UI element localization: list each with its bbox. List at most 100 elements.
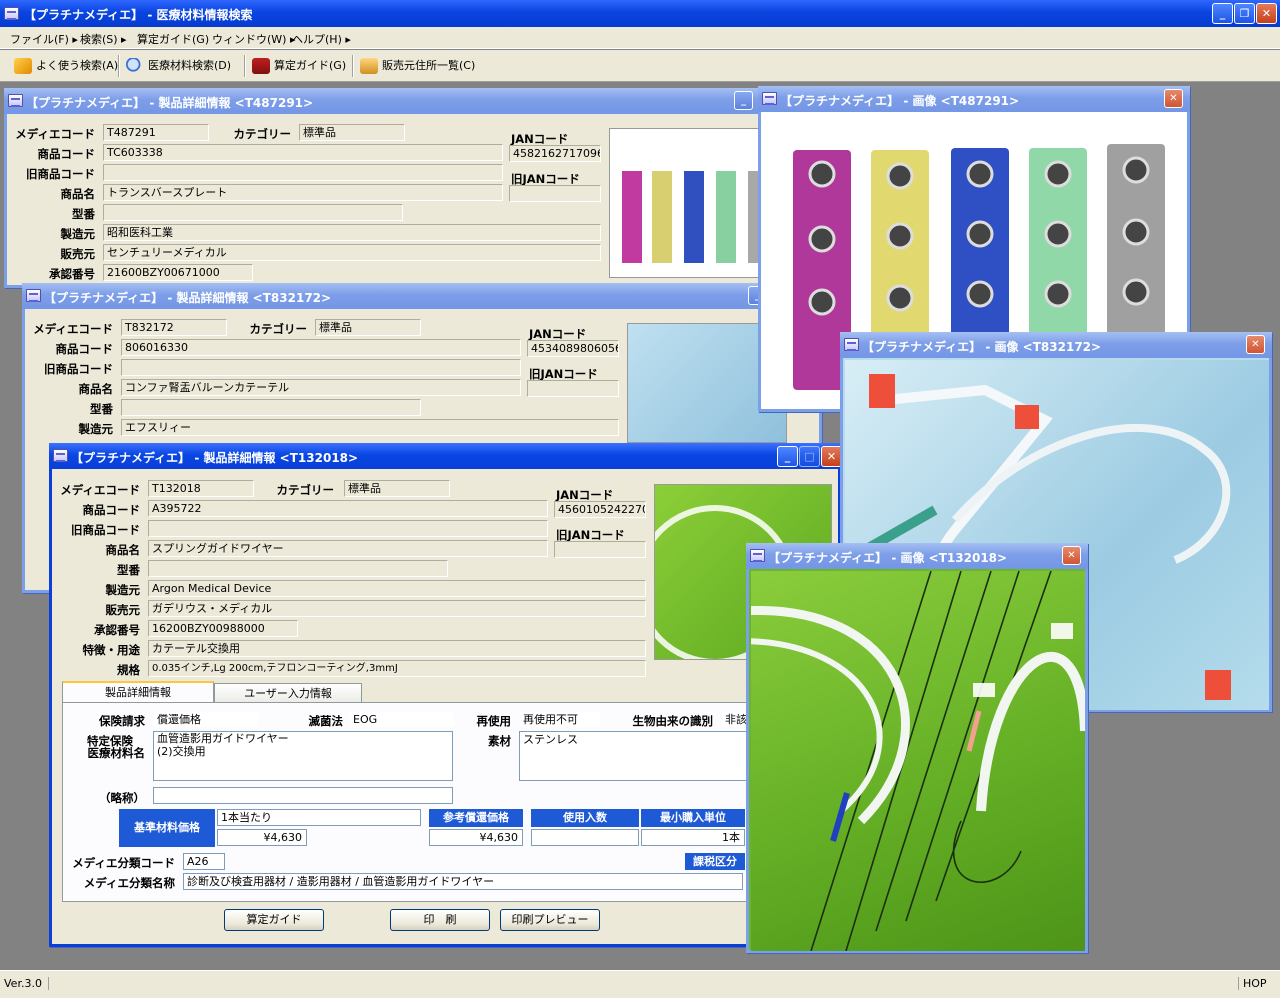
print-button[interactable]: 印 刷 xyxy=(390,909,490,931)
tab-product-detail[interactable]: 製品詳細情報 xyxy=(62,681,214,703)
image-window-1-title-bar[interactable]: 【プラチナメディエ】 - 画像 <T487291> ✕ xyxy=(758,86,1190,112)
image-window-3-close-button[interactable]: ✕ xyxy=(1062,546,1081,565)
manufacturer-label: 製造元 xyxy=(78,422,114,436)
use-qty-field xyxy=(531,829,639,846)
menu-window[interactable]: ウィンドウ(W) ▸ xyxy=(212,31,295,47)
base-price-header: 基準材料価格 xyxy=(119,809,215,847)
manufacturer-label: 製造元 xyxy=(60,227,96,241)
print-preview-button[interactable]: 印刷プレビュー xyxy=(500,909,600,931)
old-jan-code-field xyxy=(527,380,619,397)
product-thumbnail-plates[interactable] xyxy=(609,128,769,278)
window-3-close-button[interactable]: ✕ xyxy=(821,446,842,467)
app-icon xyxy=(750,549,765,562)
toolbar-separator xyxy=(352,55,354,77)
window-1-minimize-button[interactable]: _ xyxy=(734,91,753,110)
old-product-code-field xyxy=(148,520,548,537)
guidewire-photo xyxy=(751,571,1085,951)
category-label: カテゴリー xyxy=(276,483,335,497)
image-window-1-close-button[interactable]: ✕ xyxy=(1164,89,1183,108)
main-title: 【プラチナメディエ】 - 医療材料情報検索 xyxy=(24,8,253,22)
feature-label: 特徴・用途 xyxy=(82,643,141,657)
menu-search[interactable]: 検索(S) ▸ xyxy=(80,31,127,47)
medie-code-field: T832172 xyxy=(121,319,227,336)
spec-field: 0.035インチ,Lg 200cm,テフロンコーティング,3mmJ xyxy=(148,660,646,677)
menu-guide[interactable]: 算定ガイド(G) xyxy=(137,31,209,47)
favorite-search-button[interactable]: よく使う検索(A) xyxy=(12,56,118,76)
menu-help[interactable]: ヘルプ(H) ▸ xyxy=(292,31,351,47)
toolbar-separator xyxy=(118,55,120,77)
plate-image xyxy=(622,171,642,263)
old-product-code-field xyxy=(103,164,503,181)
jan-code-field: 4534089806056 xyxy=(527,340,619,357)
old-product-code-label: 旧商品コード xyxy=(26,167,95,181)
product-code-label: 商品コード xyxy=(82,503,141,517)
window-1-title-bar[interactable]: 【プラチナメディエ】 - 製品詳細情報 <T487291> _ xyxy=(4,88,764,114)
seller-field: ガデリウス・メディカル xyxy=(148,600,646,617)
model-label: 型番 xyxy=(90,402,113,416)
image-window-3-title-bar[interactable]: 【プラチナメディエ】 - 画像 <T132018> ✕ xyxy=(746,543,1088,569)
app-icon xyxy=(26,289,41,302)
product-code-field: 806016330 xyxy=(121,339,521,356)
min-unit-header: 最小購入単位 xyxy=(641,809,745,827)
app-icon xyxy=(762,92,777,105)
medie-code-label: メディエコード xyxy=(15,127,95,141)
menu-bar: ファイル(F) ▸ 検索(S) ▸ 算定ガイド(G) ウィンドウ(W) ▸ ヘル… xyxy=(0,27,1280,49)
restore-button[interactable]: ❐ xyxy=(1234,3,1255,24)
product-name-field: トランスバースプレート xyxy=(103,184,503,201)
status-right-label: HOP xyxy=(1238,977,1267,990)
approval-no-label: 承認番号 xyxy=(49,267,95,281)
reuse-label: 再使用 xyxy=(476,714,512,728)
jan-code-field: 4560105242270 xyxy=(554,501,646,518)
medie-class-name-label: メディエ分類名称 xyxy=(83,876,175,890)
calc-guide-action-button[interactable]: 算定ガイド xyxy=(224,909,324,931)
medie-class-name-field: 診断及び検査用器材 / 造影用器材 / 血管造影用ガイドワイヤー xyxy=(183,873,743,890)
book-icon xyxy=(252,58,270,74)
window-2-title-bar[interactable]: 【プラチナメディエ】 - 製品詳細情報 <T832172> _ xyxy=(22,283,822,309)
image-window-2-title-bar[interactable]: 【プラチナメディエ】 - 画像 <T832172> ✕ xyxy=(840,332,1272,358)
use-qty-header: 使用入数 xyxy=(531,809,639,827)
specific-insurance-name-field[interactable]: 血管造影用ガイドワイヤー (2)交換用 xyxy=(153,731,453,781)
specific-insurance-label-2: 医療材料名 xyxy=(87,746,146,760)
seller-label: 販売元 xyxy=(105,603,141,617)
app-icon xyxy=(53,449,68,462)
material-search-button[interactable]: 医療材料検索(D) xyxy=(124,56,231,76)
minimize-button[interactable]: _ xyxy=(1212,3,1233,24)
product-name-label: 商品名 xyxy=(105,543,141,557)
window-3-maximize-button[interactable]: □ xyxy=(799,446,820,467)
medie-code-field: T487291 xyxy=(103,124,209,141)
medie-code-label: メディエコード xyxy=(60,483,140,497)
category-label: カテゴリー xyxy=(249,322,308,336)
calc-guide-button[interactable]: 算定ガイド(G) xyxy=(250,56,346,76)
old-product-code-field xyxy=(121,359,521,376)
model-field xyxy=(148,560,448,577)
app-icon xyxy=(4,7,19,20)
old-product-code-label: 旧商品コード xyxy=(44,362,113,376)
menu-file[interactable]: ファイル(F) ▸ xyxy=(10,31,78,47)
approval-no-label: 承認番号 xyxy=(94,623,140,637)
approval-no-field: 21600BZY00671000 xyxy=(103,264,253,281)
abbr-field[interactable] xyxy=(153,787,453,804)
image-window-2-close-button[interactable]: ✕ xyxy=(1246,335,1265,354)
product-detail-window-3: 【プラチナメディエ】 - 製品詳細情報 <T132018> _ □ ✕ メディエ… xyxy=(49,443,842,947)
plate-image xyxy=(684,171,704,263)
product-name-label: 商品名 xyxy=(78,382,114,396)
version-label: Ver.3.0 xyxy=(4,977,49,990)
model-field xyxy=(103,204,403,221)
status-bar: Ver.3.0 HOP xyxy=(0,970,1280,998)
manufacturer-field: Argon Medical Device xyxy=(148,580,646,597)
category-field: 標準品 xyxy=(315,319,421,336)
close-button[interactable]: ✕ xyxy=(1256,3,1277,24)
base-price-field: ¥4,630 xyxy=(217,829,307,846)
product-code-label: 商品コード xyxy=(37,147,96,161)
box-icon xyxy=(360,58,378,74)
toolbar: よく使う検索(A) 医療材料検索(D) 算定ガイド(G) 販売元住所一覧(C) xyxy=(0,50,1280,82)
seller-address-button[interactable]: 販売元住所一覧(C) xyxy=(358,56,475,76)
seller-field: センチュリーメディカル xyxy=(103,244,601,261)
ref-price-field: ¥4,630 xyxy=(429,829,523,846)
tab-user-input[interactable]: ユーザー入力情報 xyxy=(214,683,362,703)
window-3-minimize-button[interactable]: _ xyxy=(777,446,798,467)
medie-code-label: メディエコード xyxy=(33,322,113,336)
image-window-3: 【プラチナメディエ】 - 画像 <T132018> ✕ xyxy=(746,543,1088,953)
old-jan-code-field xyxy=(554,541,646,558)
window-3-title-bar[interactable]: 【プラチナメディエ】 - 製品詳細情報 <T132018> _ □ ✕ xyxy=(49,443,842,469)
